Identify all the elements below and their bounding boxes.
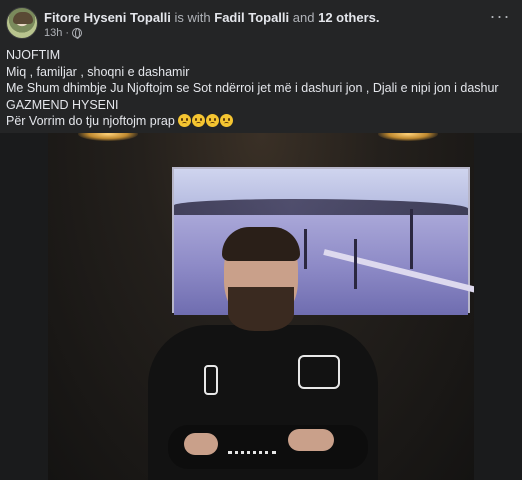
post-text: NJOFTIM Miq , familjar , shoqni e dasham… bbox=[6, 47, 516, 130]
photo-image[interactable] bbox=[48, 133, 474, 480]
post-photo[interactable] bbox=[0, 133, 522, 480]
post-text-line: GAZMEND HYSENI bbox=[6, 97, 119, 112]
post-text-line: Për Vorrim do tju njoftojm prap bbox=[6, 114, 175, 128]
author-avatar[interactable] bbox=[6, 7, 38, 39]
post-text-line: NJOFTIM bbox=[6, 48, 61, 62]
post-text-line: Miq , familjar , shoqni e dashamir bbox=[6, 64, 190, 79]
post-header: Fitore Hyseni Topalli is with Fadil Topa… bbox=[6, 6, 516, 40]
person-figure bbox=[148, 225, 378, 480]
emoji-group bbox=[177, 114, 233, 127]
tagged-others[interactable]: 12 others. bbox=[318, 10, 379, 25]
crying-face-emoji bbox=[205, 114, 219, 127]
crying-face-emoji bbox=[177, 114, 191, 127]
author-line: Fitore Hyseni Topalli is with Fadil Topa… bbox=[44, 10, 380, 25]
post-time[interactable]: 13h bbox=[44, 27, 62, 39]
post-text-line: Me Shum dhimbje Ju Njoftojm se Sot ndërr… bbox=[6, 81, 499, 95]
post-meta: 13h · bbox=[44, 27, 83, 39]
facebook-post: Fitore Hyseni Topalli is with Fadil Topa… bbox=[0, 0, 522, 480]
crying-face-emoji bbox=[219, 114, 233, 127]
with-text: is with bbox=[174, 10, 211, 25]
tagged-person[interactable]: Fadil Topalli bbox=[214, 10, 289, 25]
and-text: and bbox=[292, 10, 315, 25]
post-text-line-last: Për Vorrim do tju njoftojm prap bbox=[6, 113, 516, 130]
more-options-icon[interactable]: ··· bbox=[488, 7, 512, 30]
globe-icon[interactable] bbox=[72, 28, 83, 39]
crying-face-emoji bbox=[191, 114, 205, 127]
meta-separator: · bbox=[65, 27, 70, 39]
author-name[interactable]: Fitore Hyseni Topalli bbox=[44, 10, 171, 25]
